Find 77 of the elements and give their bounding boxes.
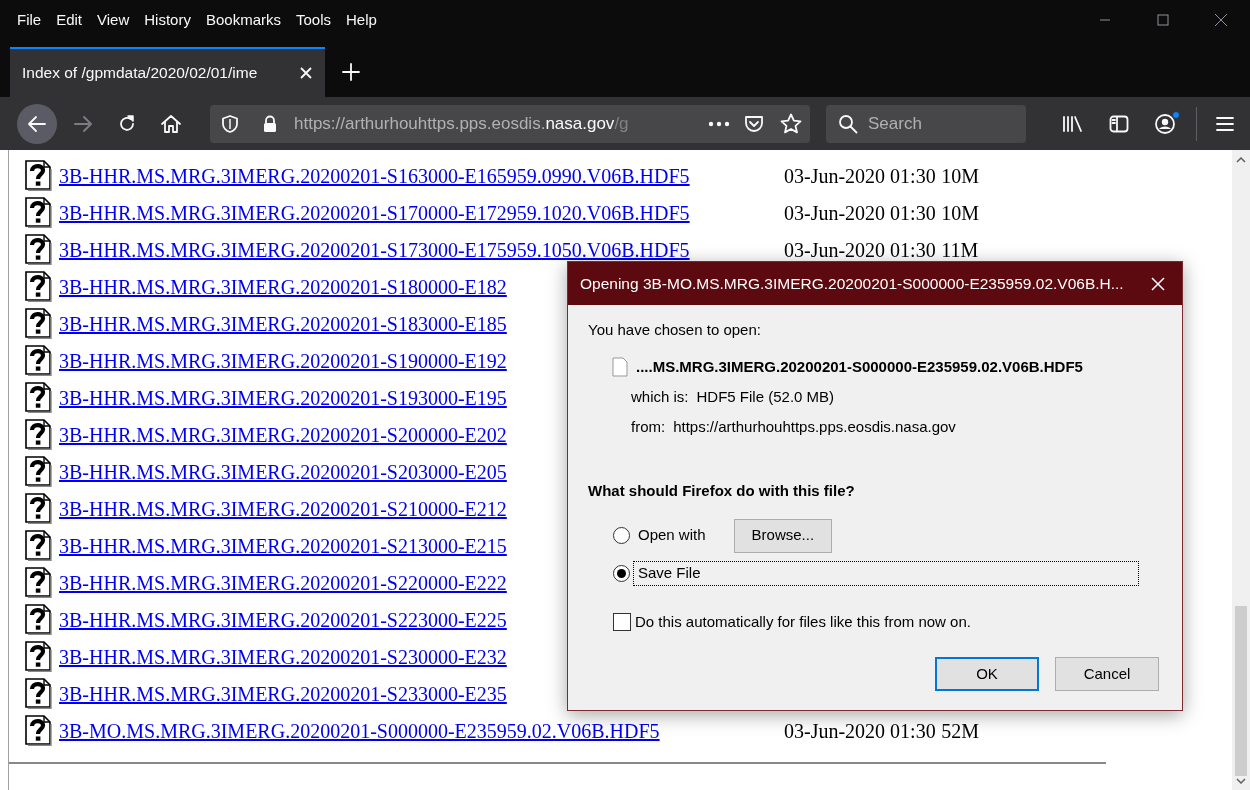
file-icon	[25, 271, 52, 302]
menu-item[interactable]: History	[144, 8, 191, 32]
date-text: 03-Jun-2020 01:30	[784, 163, 936, 189]
file-link[interactable]: 3B-HHR.MS.MRG.3IMERG.20200201-S163000-E165959.0990.V06B.HDF5	[59, 160, 784, 191]
library-icon[interactable]	[1062, 114, 1084, 133]
scrollbar-thumb[interactable]	[1235, 606, 1247, 776]
file-icon	[25, 715, 52, 746]
browser-tab[interactable]: Index of /gpmdata/2020/02/01/ime	[10, 47, 325, 97]
checkbox-label[interactable]: Do this automatically for files like this from now on.	[635, 610, 971, 633]
search-icon	[838, 113, 858, 134]
account-icon[interactable]	[1154, 112, 1176, 135]
file-icon	[25, 419, 52, 450]
file-icon	[25, 345, 52, 376]
plus-icon[interactable]	[342, 63, 360, 81]
menu-item[interactable]: Help	[346, 8, 377, 32]
file-icon	[25, 197, 52, 228]
menu-item[interactable]: File	[17, 8, 42, 32]
file-icon	[25, 530, 52, 561]
search-field[interactable]: Search	[826, 104, 1026, 143]
date-text: 03-Jun-2020 01:30	[784, 237, 936, 263]
intro-text: You have chosen to open:	[588, 320, 762, 340]
reload-icon[interactable]	[117, 113, 137, 134]
file-icon	[25, 641, 52, 672]
file-icon	[25, 160, 52, 191]
star-icon[interactable]	[780, 113, 802, 134]
scroll-down-icon[interactable]	[1236, 778, 1246, 784]
menu-icon[interactable]	[1216, 115, 1234, 132]
file-icon	[25, 604, 52, 635]
document-icon	[612, 356, 628, 377]
file-link[interactable]: 3B-HHR.MS.MRG.3IMERG.20200201-S173000-E175959.1050.V06B.HDF5	[59, 234, 784, 265]
dialog-button[interactable]: OK	[935, 657, 1039, 691]
more-icon[interactable]	[708, 120, 730, 127]
checkbox[interactable]	[613, 612, 631, 631]
field-value: https://arthurhouhttps.pps.eosdis.nasa.gov	[673, 416, 956, 437]
question-text: What should Firefox do with this file?	[588, 481, 856, 501]
file-icon	[25, 308, 52, 339]
menu-item[interactable]: View	[97, 8, 130, 32]
back-arrow-icon[interactable]	[27, 114, 47, 133]
field-label: which is:	[631, 387, 689, 407]
size-text: 11M	[941, 237, 979, 263]
tab-title: Index of /gpmdata/2020/02/01/ime	[22, 63, 259, 84]
close-icon[interactable]	[1214, 13, 1228, 27]
date-text: 03-Jun-2020 01:30	[784, 718, 936, 744]
radio-button[interactable]	[613, 527, 630, 544]
radio-button[interactable]	[613, 565, 630, 582]
file-icon	[25, 234, 52, 265]
pocket-icon[interactable]	[744, 114, 764, 133]
file-icon	[25, 456, 52, 487]
size-text: 52M	[941, 718, 980, 744]
menu-item[interactable]: Edit	[56, 8, 83, 32]
file-icon	[25, 678, 52, 709]
shield-icon[interactable]	[222, 114, 238, 133]
date-text: 03-Jun-2020 01:30	[784, 200, 936, 226]
option-label[interactable]: Open with	[634, 524, 710, 547]
file-name: ....MS.MRG.3IMERG.20200201-S000000-E235959.02.V06B.HDF5	[636, 356, 1083, 377]
menu-item[interactable]: Tools	[296, 8, 331, 32]
file-link[interactable]: 3B-HHR.MS.MRG.3IMERG.20200201-S170000-E172959.1020.V06B.HDF5	[59, 197, 784, 228]
file-icon	[25, 567, 52, 598]
browse-button[interactable]: Browse...	[733, 518, 833, 553]
option-label[interactable]: Save File	[634, 562, 1138, 585]
maximize-icon[interactable]	[1157, 14, 1169, 26]
sidebar-icon[interactable]	[1109, 114, 1129, 133]
size-text: 10M	[941, 163, 980, 189]
size-text: 10M	[941, 200, 980, 226]
file-icon	[25, 382, 52, 413]
file-icon	[25, 493, 52, 524]
lock-icon	[262, 114, 278, 133]
field-value: HDF5 File (52.0 MB)	[696, 387, 835, 407]
scroll-up-icon[interactable]	[1236, 157, 1246, 163]
url-bar[interactable]: https://arthurhouhttps.pps.eosdis.nasa.gov/g	[210, 104, 810, 143]
dialog-title: Opening 3B-MO.MS.MRG.3IMERG.20200201-S000000-E235959.02.V06B.H...	[580, 273, 1125, 294]
url-text[interactable]: https://arthurhouhttps.pps.eosdis.nasa.gov/g	[294, 110, 708, 137]
file-link[interactable]: 3B-MO.MS.MRG.3IMERG.20200201-S000000-E235959.02.V06B.HDF5	[59, 715, 784, 746]
home-icon[interactable]	[160, 113, 182, 134]
dialog-button[interactable]: Cancel	[1055, 657, 1159, 691]
menu-item[interactable]: Bookmarks	[205, 8, 281, 32]
field-label: from:	[631, 416, 666, 437]
